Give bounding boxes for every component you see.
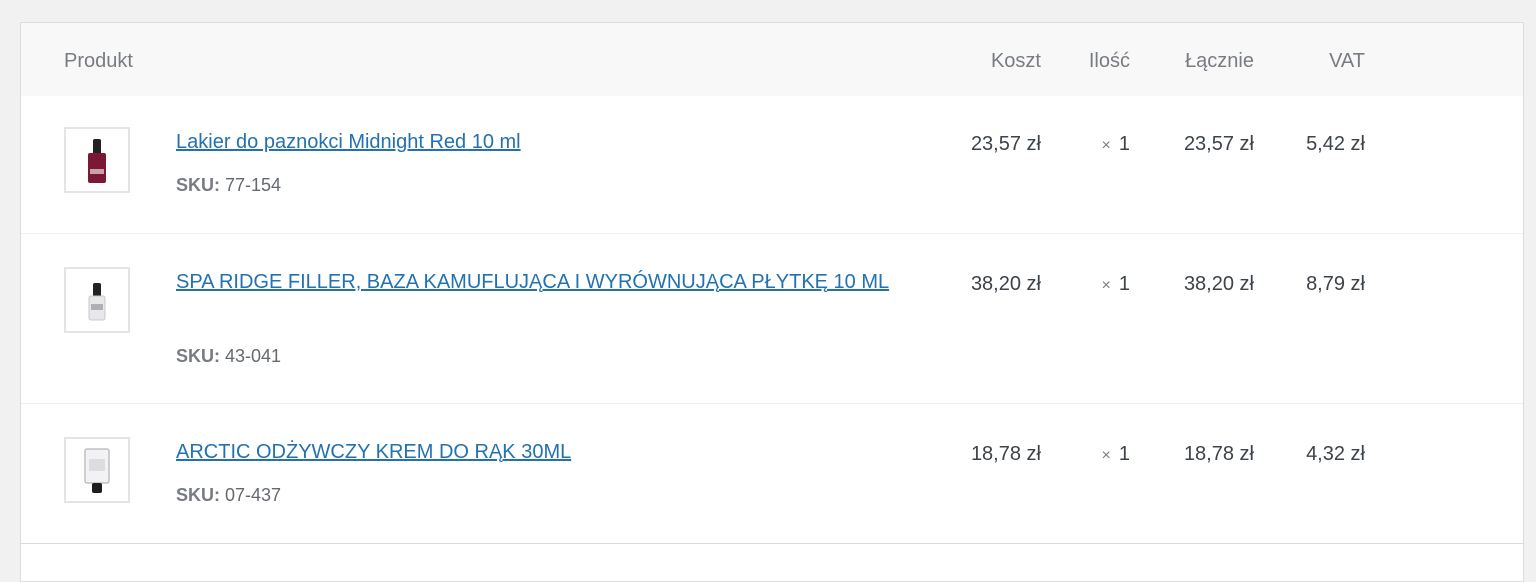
item-qty: × 1 — [1102, 131, 1130, 159]
sku-label: SKU: — [176, 485, 220, 505]
item-total: 18,78 zł — [1183, 443, 1254, 465]
qty-value: 1 — [1118, 443, 1130, 465]
item-qty: × 1 — [1102, 271, 1130, 299]
nail-base-bottle-icon[interactable] — [64, 267, 130, 333]
nail-polish-bottle-red-icon[interactable] — [64, 127, 130, 193]
item-vat: 8,79 zł — [1306, 273, 1365, 295]
table-divider — [21, 543, 1523, 544]
item-qty: × 1 — [1102, 441, 1130, 469]
order-items-panel: Produkt Koszt Ilość Łącznie VAT Lakier d… — [20, 22, 1524, 582]
column-header-cost: Koszt — [990, 50, 1041, 72]
item-vat: 5,42 zł — [1306, 133, 1365, 155]
column-header-vat: VAT — [1329, 50, 1365, 72]
sku-line: SKU: 07-437 — [176, 485, 281, 506]
table-row: ARCTIC ODŻYWCZY KREM DO RĄK 30ML SKU: 07… — [21, 403, 1523, 544]
product-link[interactable]: SPA RIDGE FILLER, BAZA KAMUFLUJĄCA I WYR… — [176, 267, 906, 298]
sku-label: SKU: — [176, 346, 220, 366]
sku-value: 07-437 — [225, 485, 282, 505]
column-header-qty: Ilość — [1088, 50, 1130, 72]
item-cost: 18,78 zł — [970, 443, 1041, 465]
sku-value: 43-041 — [225, 346, 282, 366]
hand-cream-tube-icon[interactable] — [64, 437, 130, 503]
table-header: Produkt Koszt Ilość Łącznie VAT — [21, 23, 1523, 96]
times-sign: × — [1101, 277, 1111, 294]
table-row: SPA RIDGE FILLER, BAZA KAMUFLUJĄCA I WYR… — [21, 233, 1523, 404]
table-row: Lakier do paznokci Midnight Red 10 ml SK… — [21, 96, 1523, 233]
item-total: 23,57 zł — [1183, 133, 1254, 155]
product-link[interactable]: Lakier do paznokci Midnight Red 10 ml — [176, 127, 906, 158]
item-vat: 4,32 zł — [1306, 443, 1365, 465]
sku-label: SKU: — [176, 175, 220, 195]
qty-value: 1 — [1118, 273, 1130, 295]
times-sign: × — [1101, 447, 1111, 464]
qty-value: 1 — [1118, 133, 1130, 155]
times-sign: × — [1101, 137, 1111, 154]
item-cost: 23,57 zł — [970, 133, 1041, 155]
column-header-total: Łącznie — [1185, 50, 1254, 72]
sku-value: 77-154 — [225, 175, 282, 195]
column-header-product: Produkt — [64, 50, 133, 72]
item-total: 38,20 zł — [1183, 273, 1254, 295]
sku-line: SKU: 77-154 — [176, 175, 281, 196]
sku-line: SKU: 43-041 — [176, 346, 281, 367]
item-cost: 38,20 zł — [970, 273, 1041, 295]
product-link[interactable]: ARCTIC ODŻYWCZY KREM DO RĄK 30ML — [176, 437, 906, 468]
